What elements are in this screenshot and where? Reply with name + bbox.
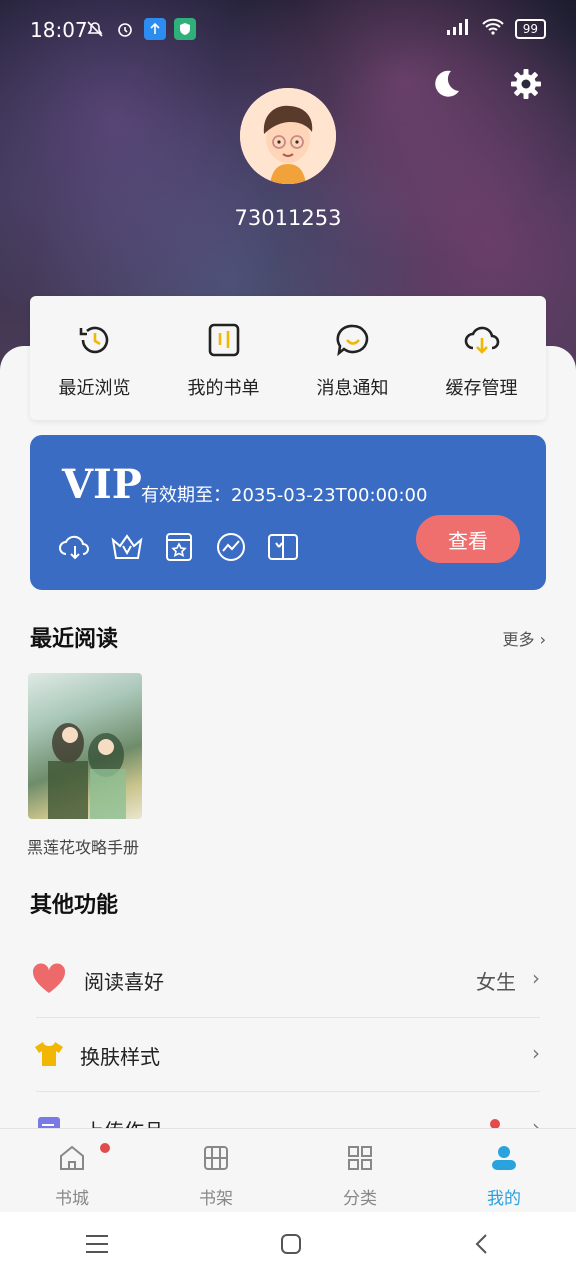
- wifi-icon: [481, 18, 505, 40]
- new-badge-dot: [490, 1119, 500, 1128]
- vip-card[interactable]: VIP 有效期至：2035-03-23T00:00:00 查看: [30, 435, 546, 590]
- signal-icon: [445, 18, 471, 40]
- upload-app-icon: [144, 18, 166, 40]
- menu-icon[interactable]: [84, 1233, 110, 1259]
- status-time: 18:07: [30, 18, 88, 42]
- skin-style-row[interactable]: 换肤样式 ›: [30, 1017, 546, 1091]
- settings-gear-icon[interactable]: [506, 64, 546, 104]
- vip-bookmark-icon: [162, 530, 196, 564]
- more-label: 更多: [502, 630, 535, 649]
- chevron-right-icon: ›: [532, 1041, 540, 1065]
- quick-actions: 最近浏览 我的书单 消息通知 缓存管理: [30, 296, 546, 420]
- status-right: 99: [445, 18, 546, 40]
- tab-bookshelf[interactable]: 书架: [144, 1129, 288, 1213]
- message-icon: [335, 322, 371, 362]
- row-value: 女生: [476, 970, 516, 994]
- night-mode-icon[interactable]: [426, 64, 466, 104]
- quick-cache-manage[interactable]: 缓存管理: [417, 296, 546, 420]
- book-cover[interactable]: [28, 673, 142, 819]
- user-id: 73011253: [234, 206, 342, 230]
- category-grid-icon: [345, 1143, 375, 1178]
- status-icons: [84, 18, 196, 40]
- system-nav-bar: [0, 1212, 576, 1280]
- vip-ticket-icon: [266, 530, 300, 564]
- quick-label: 我的书单: [187, 378, 260, 399]
- quick-recent-browse[interactable]: 最近浏览: [30, 296, 159, 420]
- quick-label: 最近浏览: [58, 378, 131, 399]
- chevron-right-icon: ›: [534, 630, 546, 649]
- tab-category[interactable]: 分类: [288, 1129, 432, 1213]
- recent-reading-title: 最近阅读: [30, 627, 119, 652]
- more-link[interactable]: 更多 ›: [503, 626, 547, 650]
- row-label: 上传作品: [84, 1115, 164, 1128]
- user-avatar[interactable]: [240, 88, 336, 184]
- shield-app-icon: [174, 18, 196, 40]
- back-icon[interactable]: [472, 1232, 492, 1260]
- document-icon: [30, 1109, 68, 1128]
- alarm-icon: [114, 18, 136, 40]
- status-bar: 18:07 99: [0, 0, 576, 60]
- vip-title: VIP: [62, 461, 142, 508]
- quick-my-booklist[interactable]: 我的书单: [159, 296, 288, 420]
- vip-download-icon: [58, 530, 92, 564]
- vip-expiry: 有效期至：2035-03-23T00:00:00: [141, 485, 428, 506]
- tab-label: 我的: [487, 1189, 521, 1209]
- home-square-icon[interactable]: [279, 1232, 303, 1260]
- top-actions: [426, 64, 546, 104]
- heart-icon: [30, 960, 68, 998]
- row-label: 阅读喜好: [84, 970, 164, 994]
- chevron-right-icon: ›: [532, 966, 540, 990]
- cloud-download-icon: [463, 322, 501, 362]
- notification-dot: [100, 1143, 110, 1153]
- vip-crown-icon: [110, 530, 144, 564]
- book-title: 黑莲花攻略手册: [27, 838, 140, 857]
- booklist-icon: [206, 322, 242, 362]
- row-label: 换肤样式: [80, 1045, 160, 1069]
- bookshelf-icon: [201, 1143, 231, 1178]
- mute-icon: [84, 18, 106, 40]
- tab-label: 书城: [55, 1189, 89, 1209]
- user-icon: [489, 1143, 519, 1178]
- bottom-tab-bar: 书城 书架 分类 我的: [0, 1128, 576, 1213]
- tab-bookstore[interactable]: 书城: [0, 1129, 144, 1213]
- chevron-right-icon: ›: [532, 1115, 540, 1128]
- tab-label: 分类: [343, 1189, 377, 1209]
- tab-mine[interactable]: 我的: [432, 1129, 576, 1213]
- other-functions-title: 其他功能: [30, 893, 119, 918]
- battery-level: 99: [514, 19, 546, 39]
- quick-notifications[interactable]: 消息通知: [288, 296, 417, 420]
- history-icon: [77, 322, 113, 362]
- quick-label: 消息通知: [316, 378, 389, 399]
- reading-preference-row[interactable]: 阅读喜好 女生 ›: [30, 942, 546, 1016]
- upload-works-row[interactable]: 上传作品 ›: [30, 1091, 546, 1128]
- quick-label: 缓存管理: [445, 378, 518, 399]
- vip-trend-icon: [214, 530, 248, 564]
- vip-benefit-icons: [58, 530, 300, 564]
- home-icon: [57, 1143, 87, 1178]
- vip-view-button[interactable]: 查看: [416, 515, 520, 563]
- tshirt-icon: [30, 1035, 68, 1073]
- tab-label: 书架: [199, 1189, 233, 1209]
